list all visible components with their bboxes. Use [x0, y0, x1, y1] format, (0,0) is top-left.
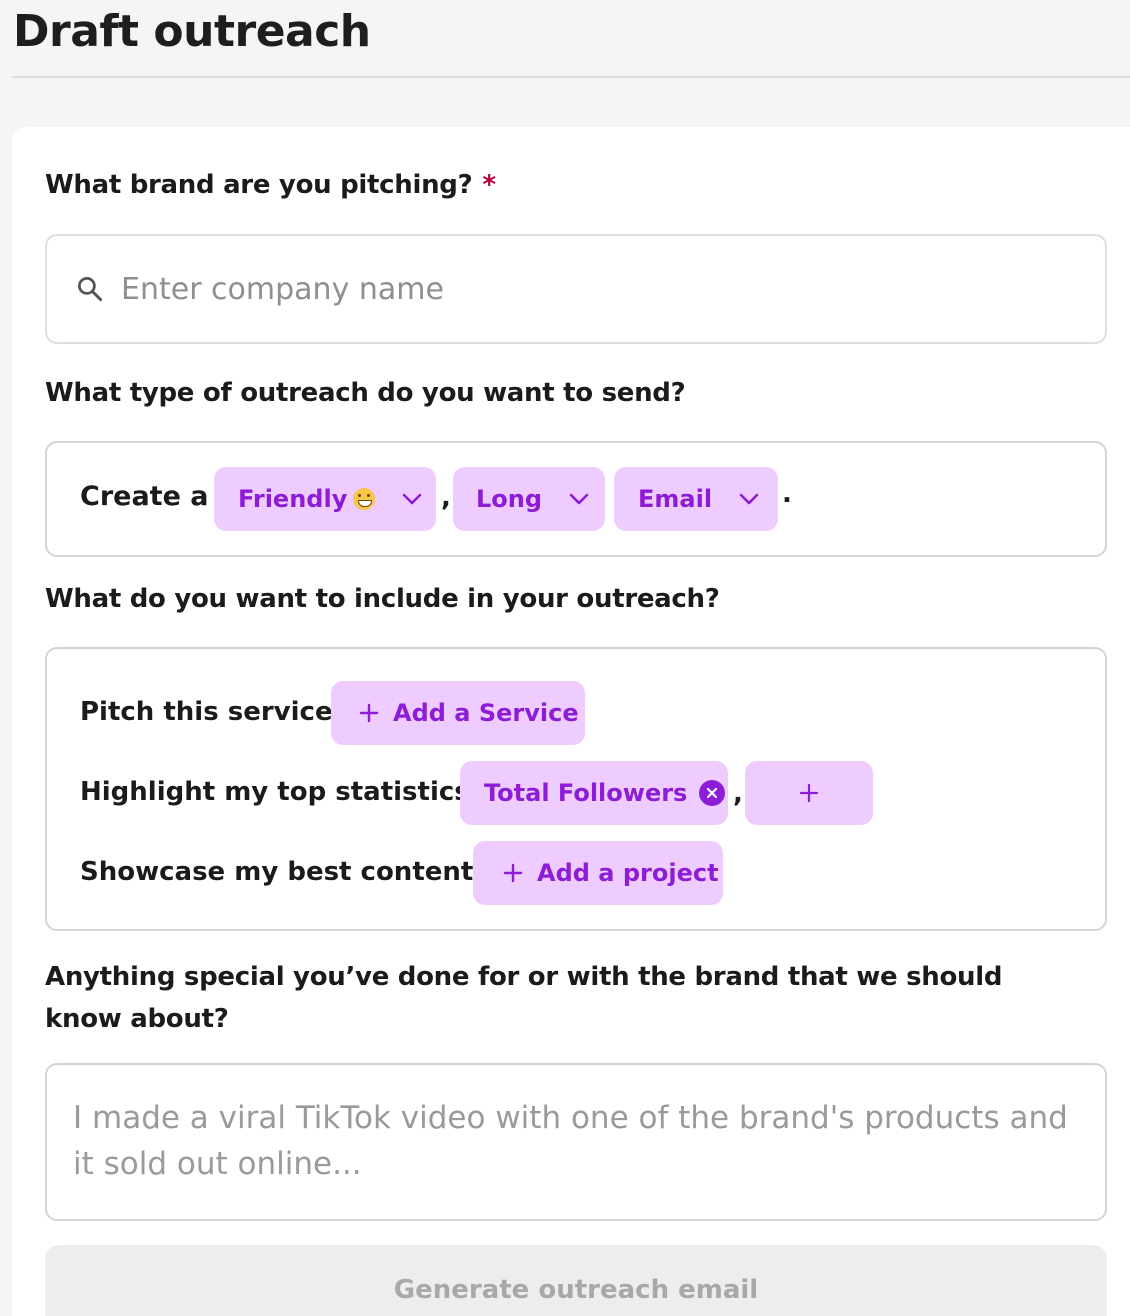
required-asterisk: *: [482, 170, 496, 200]
special-textarea-placeholder: I made a viral TikTok video with one of …: [73, 1100, 1068, 1182]
grinning-face-emoji-icon: [353, 488, 376, 510]
add-project-button[interactable]: Add a project: [473, 841, 723, 905]
chevron-down-icon: [569, 493, 589, 505]
remove-chip-icon[interactable]: [699, 780, 726, 806]
chevron-down-icon: [739, 493, 759, 505]
comma-separator: ,: [441, 483, 451, 513]
generate-outreach-button[interactable]: Generate outreach email: [45, 1245, 1107, 1316]
outreach-type-label: What type of outreach do you want to sen…: [45, 378, 686, 408]
company-search-field[interactable]: [45, 234, 1107, 344]
statistic-chip-total-followers: Total Followers: [460, 761, 728, 825]
period-terminator: .: [782, 479, 792, 509]
format-value: Email: [638, 485, 713, 513]
page-title: Draft outreach: [13, 6, 371, 57]
create-a-label: Create a: [80, 481, 209, 512]
brand-question-text: What brand are you pitching?: [45, 170, 473, 200]
search-icon: [78, 277, 103, 302]
include-box: Pitch this service: Add a Service Highli…: [45, 647, 1107, 931]
special-textarea[interactable]: I made a viral TikTok video with one of …: [45, 1063, 1107, 1221]
company-search-input[interactable]: [121, 256, 1081, 322]
format-dropdown[interactable]: Email: [614, 467, 778, 531]
tone-dropdown[interactable]: Friendly: [214, 467, 436, 531]
include-label: What do you want to include in your outr…: [45, 584, 720, 614]
brand-question-label: What brand are you pitching? *: [45, 170, 496, 200]
tone-value: Friendly: [238, 485, 348, 513]
generate-outreach-label: Generate outreach email: [393, 1275, 759, 1305]
top-statistics-label: Highlight my top statistics:: [80, 777, 481, 807]
add-statistic-button[interactable]: [745, 761, 873, 825]
pitch-service-label: Pitch this service:: [80, 697, 343, 727]
statistic-chip-label: Total Followers: [484, 779, 688, 807]
outreach-type-box: Create a Friendly , Long Email .: [45, 441, 1107, 557]
length-dropdown[interactable]: Long: [453, 467, 605, 531]
plus-icon: [359, 703, 379, 723]
length-value: Long: [476, 485, 543, 513]
plus-icon: [799, 783, 819, 803]
comma-separator: ,: [733, 779, 743, 809]
plus-icon: [503, 863, 523, 883]
add-service-button[interactable]: Add a Service: [331, 681, 585, 745]
special-question-label: Anything special you’ve done for or with…: [45, 962, 1003, 1034]
best-content-label: Showcase my best content:: [80, 857, 484, 887]
chevron-down-icon: [403, 493, 422, 505]
title-divider: [12, 76, 1130, 78]
add-project-label: Add a project: [537, 859, 719, 887]
add-service-label: Add a Service: [393, 699, 579, 727]
